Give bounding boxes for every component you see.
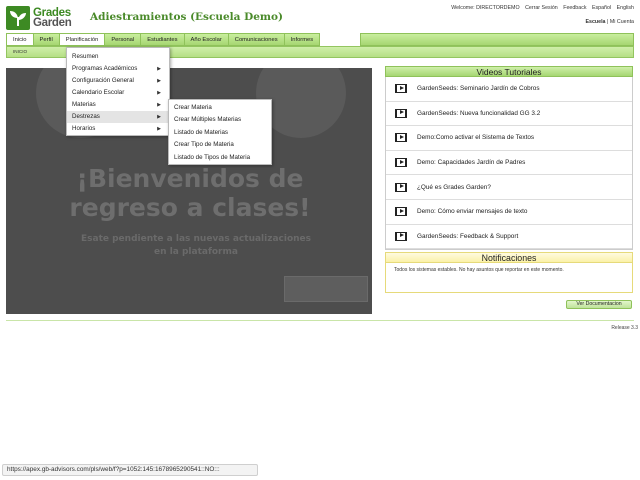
video-item[interactable]: Demo:Como activar el Sistema de Textos <box>386 126 632 151</box>
video-title[interactable]: Demo: Cómo enviar mensajes de texto <box>417 208 527 215</box>
destrezas-submenu: Crear Materia Crear Múltiples Materias L… <box>168 99 272 165</box>
app-title: Adiestramientos (Escuela Demo) <box>90 11 283 23</box>
menu-item-label: Resumen <box>72 53 99 60</box>
video-item[interactable]: ¿Qué es Grades Garden? <box>386 175 632 200</box>
video-play-icon <box>395 207 407 217</box>
video-title[interactable]: GardenSeeds: Seminario Jardín de Cobros <box>417 85 540 92</box>
videos-header: Videos Tutoriales <box>385 66 633 77</box>
menu-item-destrezas[interactable]: Destrezas ▶ <box>67 111 169 123</box>
submenu-arrow-icon: ▶ <box>157 66 161 72</box>
video-title[interactable]: Demo: Capacidades Jardín de Padres <box>417 159 525 166</box>
nav-tab-perfil[interactable]: Perfil <box>33 33 60 46</box>
submenu-item-listado-de-materias[interactable]: Listado de Materias <box>169 127 271 139</box>
video-title[interactable]: ¿Qué es Grades Garden? <box>417 184 491 191</box>
menu-item-programas-academicos[interactable]: Programas Académicos ▶ <box>67 63 169 75</box>
menu-item-label: Horarios <box>72 125 96 132</box>
planificacion-dropdown: Resumen Programas Académicos ▶ Configurac… <box>66 47 170 136</box>
video-item[interactable]: GardenSeeds: Seminario Jardín de Cobros <box>386 77 632 102</box>
nav-tab-ano-escolar[interactable]: Año Escolar <box>184 33 229 46</box>
banner-logo <box>284 276 368 302</box>
menu-item-label: Materias <box>72 101 96 108</box>
video-item[interactable]: Demo: Capacidades Jardín de Padres <box>386 151 632 176</box>
videos-list: GardenSeeds: Seminario Jardín de Cobros … <box>385 77 633 251</box>
menu-item-label: Destrezas <box>72 113 100 120</box>
language-es-link[interactable]: Español <box>592 5 611 11</box>
release-version: Release 3.3 <box>611 325 638 331</box>
video-item[interactable]: GardenSeeds: Feedback & Support <box>386 225 632 250</box>
submenu-arrow-icon: ▶ <box>157 114 161 120</box>
video-play-icon <box>395 108 407 118</box>
video-play-icon <box>395 231 407 241</box>
video-play-icon <box>395 133 407 143</box>
language-en-link[interactable]: English <box>617 5 634 11</box>
nav-tab-estudiantes[interactable]: Estudiantes <box>141 33 185 46</box>
logo-line2: Garden <box>33 17 72 29</box>
grades-garden-logo[interactable]: Grades Garden <box>6 5 84 31</box>
menu-item-configuracion-general[interactable]: Configuración General ▶ <box>67 75 169 87</box>
status-bar-url: https://apex.gb-advisors.com/pls/web/f?p… <box>2 464 258 476</box>
menu-item-horarios[interactable]: Horarios ▶ <box>67 123 169 135</box>
video-title[interactable]: GardenSeeds: Nueva funcionalidad GG 3.2 <box>417 110 540 117</box>
menu-item-resumen[interactable]: Resumen <box>67 51 169 63</box>
submenu-item-crear-materia[interactable]: Crear Materia <box>169 102 271 114</box>
nav-tab-comunicaciones[interactable]: Comunicaciones <box>228 33 285 46</box>
nav-tab-informes[interactable]: Informes <box>284 33 321 46</box>
video-play-icon <box>395 84 407 94</box>
breadcrumb[interactable]: INICIO <box>13 49 27 54</box>
footer-divider <box>6 320 634 321</box>
main-nav: Inicio Perfil Planificación Personal Est… <box>6 33 321 46</box>
page: Grades Garden Adiestramientos (Escuela D… <box>0 0 640 480</box>
video-title[interactable]: Demo:Como activar el Sistema de Textos <box>417 134 534 141</box>
menu-item-label: Calendario Escolar <box>72 89 125 96</box>
submenu-arrow-icon: ▶ <box>157 102 161 108</box>
video-item[interactable]: Demo: Cómo enviar mensajes de texto <box>386 200 632 225</box>
feedback-link[interactable]: Feedback <box>563 5 586 11</box>
submenu-arrow-icon: ▶ <box>157 126 161 132</box>
menu-item-label: Configuración General <box>72 77 134 84</box>
submenu-item-crear-multiples-materias[interactable]: Crear Múltiples Materias <box>169 114 271 126</box>
school-link[interactable]: Escuela <box>585 19 605 25</box>
submenu-item-listado-de-tipos-de-materia[interactable]: Listado de Tipos de Materia <box>169 152 271 164</box>
submenu-item-crear-tipo-de-materia[interactable]: Crear Tipo de Materia <box>169 139 271 151</box>
video-title[interactable]: GardenSeeds: Feedback & Support <box>417 233 518 240</box>
logo-text: Grades Garden <box>33 7 72 29</box>
notifications-header: Notificaciones <box>385 252 633 263</box>
menu-item-materias[interactable]: Materias ▶ <box>67 99 169 111</box>
user-links: Escuela | Mi Cuenta <box>585 19 634 25</box>
view-documentation-button[interactable]: Ver Documentacion <box>566 300 632 309</box>
submenu-arrow-icon: ▶ <box>157 78 161 84</box>
nav-tab-inicio[interactable]: Inicio <box>6 33 34 46</box>
logout-link[interactable]: Cerrar Sesión <box>525 5 558 11</box>
nav-tab-personal[interactable]: Personal <box>105 33 142 46</box>
banner-title: ¡Bienvenidos de regreso a clases! <box>69 164 311 222</box>
welcome-text: Welcome: DIRECTORDEMO <box>451 5 520 11</box>
nav-tab-planificacion[interactable]: Planificación <box>59 33 106 46</box>
submenu-arrow-icon: ▶ <box>157 90 161 96</box>
menu-item-calendario-escolar[interactable]: Calendario Escolar ▶ <box>67 87 169 99</box>
video-play-icon <box>395 182 407 192</box>
sprout-icon <box>6 6 30 30</box>
video-play-icon <box>395 158 407 168</box>
menu-item-label: Programas Académicos <box>72 65 138 72</box>
my-account-link[interactable]: | Mi Cuenta <box>607 19 634 25</box>
video-item[interactable]: GardenSeeds: Nueva funcionalidad GG 3.2 <box>386 102 632 127</box>
banner-subtitle: Esate pendiente a las nuevas actualizaci… <box>81 234 311 257</box>
nav-bar-background <box>360 33 634 46</box>
notifications-message: Todos los sistemas estables. No hay asun… <box>385 263 633 293</box>
top-links: Welcome: DIRECTORDEMO Cerrar Sesión Feed… <box>447 5 634 11</box>
